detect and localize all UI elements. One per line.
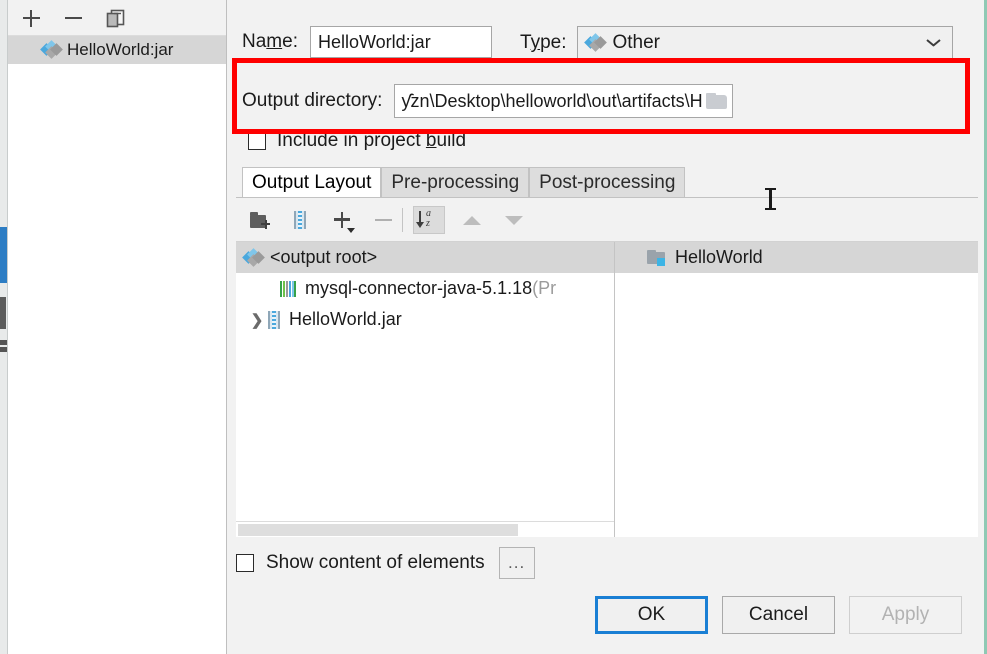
ok-button[interactable]: OK xyxy=(595,596,708,634)
move-up-button[interactable] xyxy=(456,206,488,234)
name-input-value: HelloWorld:jar xyxy=(317,31,431,52)
name-label-mnemonic: m xyxy=(266,31,283,52)
type-label: Type: xyxy=(520,32,567,53)
artifact-editor-panel: Name: HelloWorld:jar Type: Other Output … xyxy=(228,0,984,654)
text-cursor xyxy=(765,188,776,210)
output-layout-toolbar: az xyxy=(236,198,978,242)
library-icon xyxy=(280,280,296,297)
background-text-fragment xyxy=(0,340,7,352)
plus-dropdown-icon xyxy=(334,211,355,233)
type-combobox[interactable]: Other xyxy=(577,26,954,60)
tree-row-label: HelloWorld.jar xyxy=(289,309,402,329)
minus-icon xyxy=(374,218,392,222)
scrollbar-thumb[interactable] xyxy=(238,524,518,536)
checkbox-box xyxy=(248,132,266,150)
name-field-row: Name: HelloWorld:jar xyxy=(242,26,492,58)
available-elements-tree: Available Elements ? HelloWorld xyxy=(615,242,978,537)
list-item[interactable]: HelloWorld xyxy=(615,242,978,273)
tab-post-processing[interactable]: Post-processing xyxy=(529,167,686,198)
editor-tabs: Output Layout Pre-processing Post-proces… xyxy=(242,167,686,198)
output-layout-panes: <output root> mysql-connector-java-5.1.1… xyxy=(236,242,978,537)
artifacts-list-panel: HelloWorld:jar xyxy=(8,0,227,654)
background-blue-tab xyxy=(0,227,7,283)
tree-row[interactable]: mysql-connector-java-5.1.18 (Pr xyxy=(236,273,614,304)
cancel-button[interactable]: Cancel xyxy=(722,596,835,634)
show-content-label: Show content of elements xyxy=(266,552,485,573)
artifacts-list-item[interactable]: HelloWorld:jar xyxy=(8,36,226,64)
output-directory-value: ƴzn\Desktop\helloworld\out\artifacts\Hel… xyxy=(401,90,703,111)
show-content-row: Show content of elements ... xyxy=(236,547,535,579)
tree-row-label: mysql-connector-java-5.1.18 xyxy=(305,278,533,298)
module-icon xyxy=(647,249,666,266)
type-field-row: Type: Other xyxy=(520,26,954,60)
move-down-button[interactable] xyxy=(498,206,530,234)
tab-output-layout[interactable]: Output Layout xyxy=(242,167,382,198)
output-directory-row: Output directory: ƴzn\Desktop\helloworld… xyxy=(242,84,734,118)
tree-row[interactable]: <output root> xyxy=(236,242,614,273)
output-directory-label: Output directory: xyxy=(242,90,383,111)
include-in-build-label: Include in project build xyxy=(277,130,467,151)
type-combobox-value: Other xyxy=(612,32,661,53)
create-directory-button[interactable] xyxy=(244,206,276,234)
more-options-button[interactable]: ... xyxy=(498,547,535,579)
apply-button: Apply xyxy=(849,596,962,634)
remove-artifact-button[interactable] xyxy=(60,6,86,30)
tree-row[interactable]: ❯ HelloWorld.jar xyxy=(236,304,614,335)
copy-icon xyxy=(106,9,124,27)
plus-icon xyxy=(22,9,40,27)
tab-pre-processing-label: Pre-processing xyxy=(391,172,520,193)
create-archive-button[interactable] xyxy=(284,206,316,234)
artifact-icon xyxy=(40,40,63,59)
dialog-button-bar: OK Cancel Apply xyxy=(595,596,962,634)
type-label-mnemonic: y xyxy=(530,32,541,53)
name-input[interactable]: HelloWorld:jar xyxy=(309,26,492,58)
output-root-tree: <output root> mysql-connector-java-5.1.1… xyxy=(236,242,615,537)
add-element-button[interactable] xyxy=(327,206,359,234)
artifact-icon xyxy=(584,33,608,52)
tab-pre-processing[interactable]: Pre-processing xyxy=(381,167,530,198)
include-in-build-checkbox[interactable]: Include in project build xyxy=(248,130,466,152)
artifacts-settings-dialog: HelloWorld:jar Name: HelloWorld:jar Type… xyxy=(0,0,987,654)
tree-row-label: <output root> xyxy=(270,247,378,267)
tab-post-processing-label: Post-processing xyxy=(539,172,676,193)
sort-az-icon: az xyxy=(415,209,440,230)
folder-browse-icon[interactable] xyxy=(706,92,728,110)
artifact-icon xyxy=(242,247,265,267)
tree-horizontal-scrollbar[interactable] xyxy=(236,521,614,537)
output-layout-content: az <output root> mysql-connector-java-5.… xyxy=(236,197,978,537)
artifacts-list-item-label: HelloWorld:jar xyxy=(67,40,174,59)
remove-element-button[interactable] xyxy=(367,206,399,234)
copy-artifact-button[interactable] xyxy=(102,6,128,30)
name-label: Name: xyxy=(242,31,298,52)
archive-icon xyxy=(268,310,280,329)
arrow-up-icon xyxy=(463,215,481,225)
artifacts-list-toolbar xyxy=(8,0,226,36)
sort-by-name-button[interactable]: az xyxy=(413,206,445,234)
minus-icon xyxy=(64,10,82,27)
tab-output-layout-label: Output Layout xyxy=(252,172,372,193)
archive-icon xyxy=(294,211,306,229)
chevron-right-icon[interactable]: ❯ xyxy=(246,311,268,329)
chevron-down-icon xyxy=(927,39,940,47)
output-directory-input[interactable]: ƴzn\Desktop\helloworld\out\artifacts\Hel… xyxy=(394,84,734,118)
list-item-label: HelloWorld xyxy=(675,247,763,267)
include-in-build-mnemonic: b xyxy=(425,130,437,151)
show-content-checkbox[interactable] xyxy=(236,554,254,572)
new-folder-icon xyxy=(250,211,270,229)
add-artifact-button[interactable] xyxy=(18,6,44,30)
background-dark-marker xyxy=(0,297,6,329)
toolbar-separator xyxy=(402,208,403,232)
tree-row-suffix: (Pr xyxy=(532,278,557,298)
arrow-down-icon xyxy=(505,215,523,225)
